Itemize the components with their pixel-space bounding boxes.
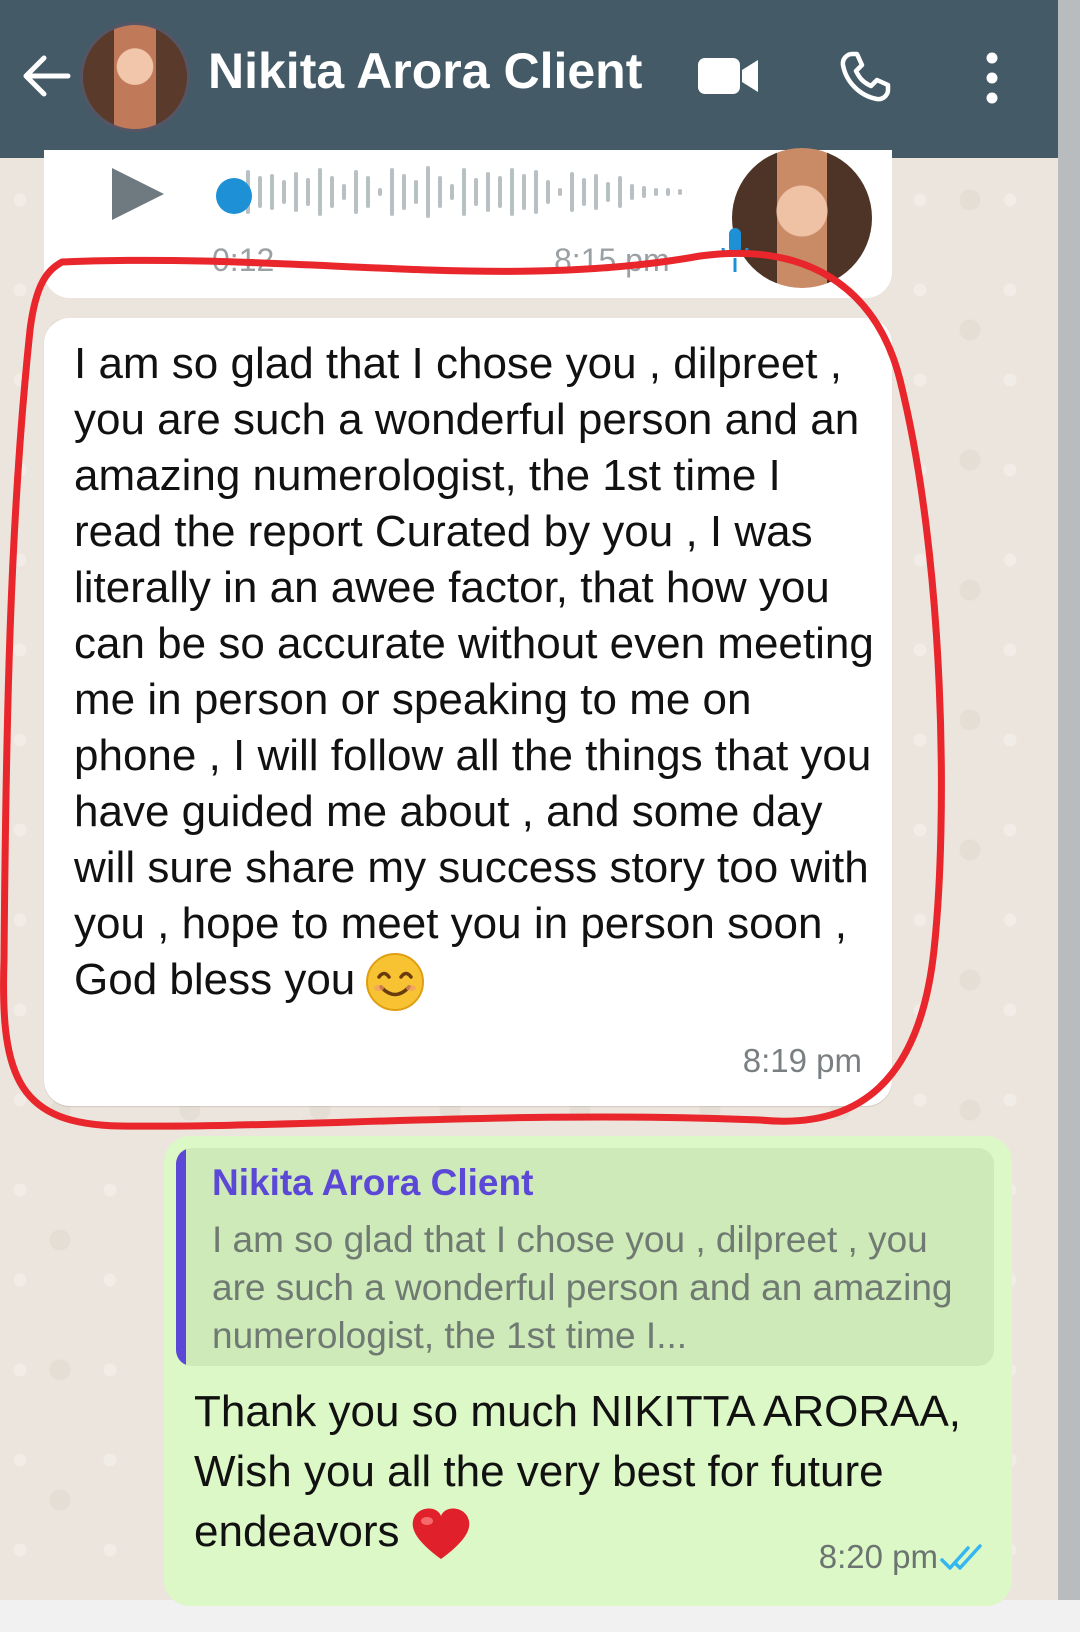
voice-message-bubble[interactable]: 0:12 8:15 pm [44,148,892,298]
incoming-message-time: 8:19 pm [742,1042,862,1079]
quoted-message[interactable]: Nikita Arora Client I am so glad that I … [176,1148,994,1366]
quoted-text: I am so glad that I chose you , dilpreet… [212,1219,953,1356]
outgoing-message-time: 8:20 pm [818,1538,938,1575]
contact-avatar[interactable] [80,22,190,132]
smiling-face-emoji-icon [366,953,425,1012]
voice-duration: 0:12 [212,242,275,278]
chat-header: Nikita Arora Client [0,0,1058,158]
screen-edge [1058,0,1080,1632]
sender-avatar [732,148,872,288]
incoming-message-text: I am so glad that I chose you , dilpreet… [74,336,874,1012]
video-call-icon[interactable] [696,54,760,98]
playback-position-dot[interactable] [216,178,252,214]
incoming-message-bubble[interactable]: I am so glad that I chose you , dilpreet… [44,318,892,1106]
incoming-message-body: I am so glad that I chose you , dilpreet… [74,339,874,1004]
waveform-icon[interactable] [238,156,718,228]
quoted-sender-name: Nikita Arora Client [212,1162,534,1203]
microphone-icon [721,228,749,272]
outgoing-message-text: Thank you so much NIKITTA ARORAA, Wish y… [194,1382,984,1563]
read-receipt-ticks-icon [940,1544,982,1570]
phone-icon[interactable] [838,50,892,104]
voice-timestamp: 8:15 pm [554,242,670,278]
more-options-icon[interactable] [978,48,1006,108]
outgoing-message-bubble[interactable]: Nikita Arora Client I am so glad that I … [164,1136,1012,1606]
play-icon[interactable] [108,164,168,224]
contact-name[interactable]: Nikita Arora Client [208,42,642,100]
red-heart-emoji-icon [413,1508,470,1560]
quote-accent-bar [176,1148,186,1366]
outgoing-message-body: Thank you so much NIKITTA ARORAA, Wish y… [194,1387,962,1556]
back-arrow-icon[interactable] [18,48,74,104]
